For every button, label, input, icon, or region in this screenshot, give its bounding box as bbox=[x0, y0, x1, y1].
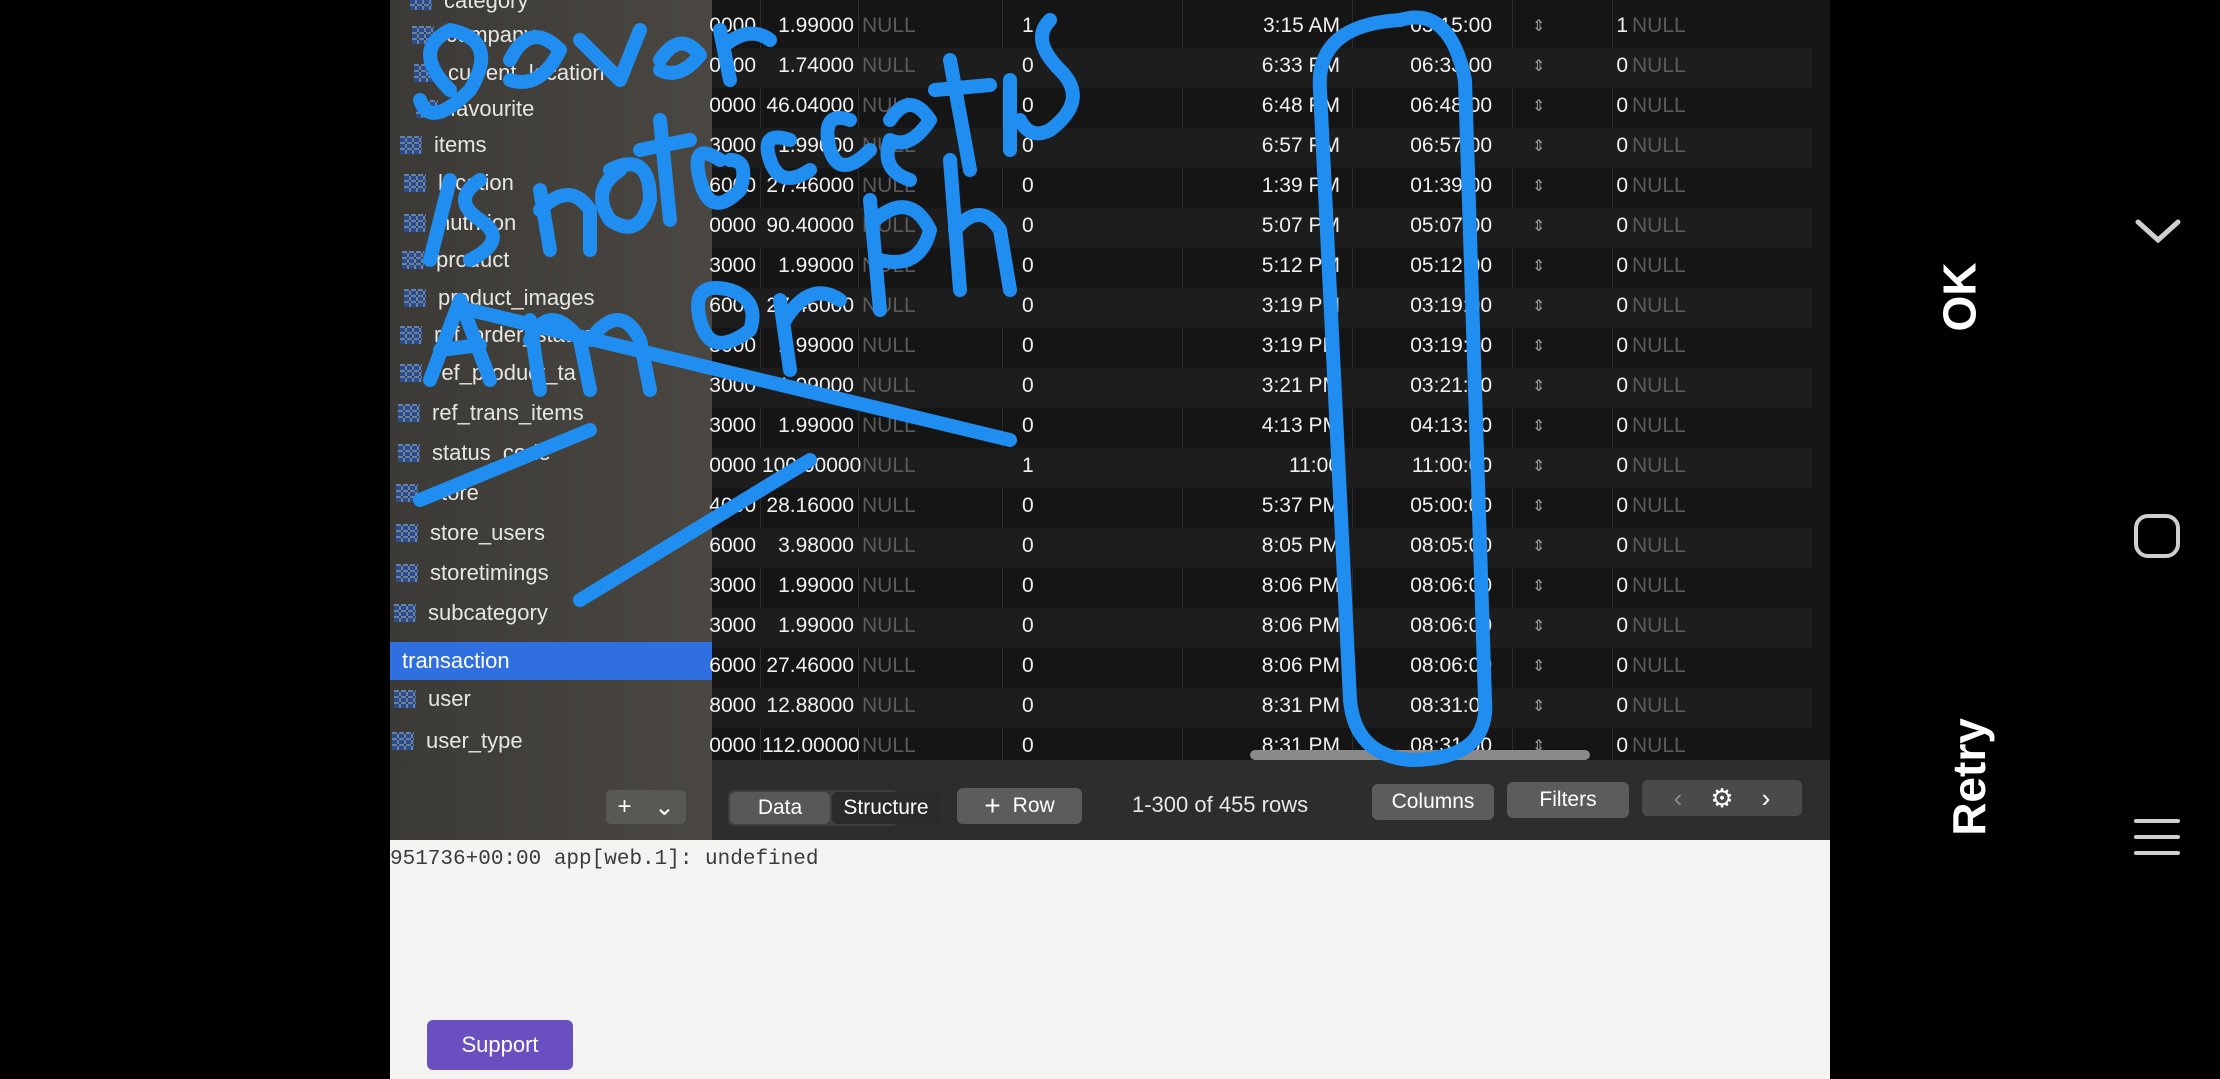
photo-of-screen: category company current_location favourite… bbox=[390, 0, 1830, 1079]
chevron-down-icon[interactable] bbox=[2130, 210, 2186, 250]
menu-icon[interactable] bbox=[2132, 815, 2184, 861]
home-icon[interactable] bbox=[2132, 510, 2184, 562]
camera-controls: OK Retry bbox=[1830, 0, 2220, 1079]
handwritten-annotation bbox=[413, 10, 1493, 767]
retry-button[interactable]: Retry bbox=[1942, 718, 1996, 836]
ok-button[interactable]: OK bbox=[1933, 263, 1987, 332]
